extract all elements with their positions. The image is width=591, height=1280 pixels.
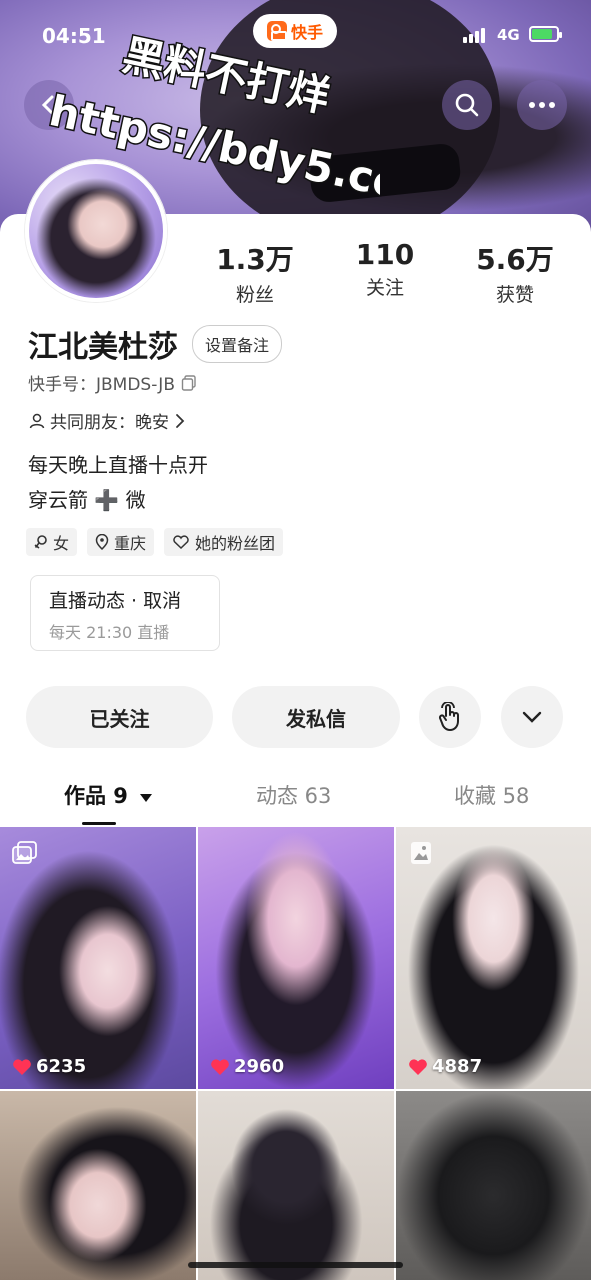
post-like-count: 2960: [234, 1056, 285, 1077]
bio-line-1: 每天晚上直播十点开: [28, 453, 208, 477]
person-icon: [29, 413, 45, 428]
status-time: 04:51: [42, 24, 106, 48]
back-button[interactable]: [24, 80, 74, 130]
stat-value: 1.3万: [216, 243, 294, 276]
post-thumbnail[interactable]: [198, 1091, 394, 1280]
kuaishou-id: 快手号：JBMDS-JB: [28, 375, 175, 395]
tag-gender: 女: [26, 528, 78, 556]
more-options-button[interactable]: [517, 80, 567, 130]
kuaishou-logo-icon: [266, 21, 287, 41]
live-notice-card[interactable]: 直播动态 · 取消 每天 21:30 直播: [30, 575, 220, 651]
mutual-friends-text: 共同朋友：晚安: [50, 413, 169, 433]
content-tabs: 作品 9 动态 63 收藏 58: [0, 780, 591, 826]
battery-icon: [529, 26, 562, 42]
profile-bio: 每天晚上直播十点开 穿云箭 ➕ 微: [28, 448, 208, 518]
tab-moments[interactable]: 动态 63: [256, 780, 331, 810]
stat-value: 5.6万: [476, 243, 554, 276]
post-likes: 2960: [210, 1056, 284, 1077]
post-thumbnail[interactable]: [396, 1091, 591, 1280]
network-type: 4G: [497, 26, 520, 44]
avatar[interactable]: [25, 160, 167, 302]
name-row: 江北美杜莎 设置备注: [28, 322, 283, 366]
poke-button[interactable]: [419, 686, 481, 748]
tag-fan-club[interactable]: 她的粉丝团: [164, 528, 284, 556]
stat-followers[interactable]: 1.3万 粉丝: [190, 238, 320, 307]
tag-label: 女: [53, 534, 70, 553]
search-icon: [455, 93, 479, 117]
stat-label: 关注: [365, 277, 404, 299]
tab-favorites[interactable]: 收藏 58: [454, 780, 529, 810]
search-button[interactable]: [442, 80, 492, 130]
caret-down-icon: [140, 794, 153, 802]
stat-label: 粉丝: [235, 284, 274, 306]
signal-icon: [463, 28, 485, 43]
stat-likes[interactable]: 5.6万 获赞: [450, 238, 580, 307]
tab-works[interactable]: 作品 9: [64, 780, 153, 810]
tag-label: 重庆: [114, 534, 147, 553]
active-tab-indicator: [82, 822, 116, 825]
set-remark-button[interactable]: 设置备注: [192, 325, 283, 363]
post-like-count: 6235: [36, 1056, 87, 1077]
profile-stats: 1.3万 粉丝 110 关注 5.6万 获赞: [190, 238, 580, 307]
live-notice-title[interactable]: 直播动态 · 取消: [49, 586, 201, 613]
post-likes: 6235: [12, 1056, 86, 1077]
chevron-down-icon: [522, 711, 542, 723]
posts-grid: 6235 2960 4887: [0, 827, 591, 1280]
send-message-button[interactable]: 发私信: [232, 686, 400, 748]
tap-hand-icon: [438, 702, 459, 731]
post-thumbnail[interactable]: 4887: [396, 827, 591, 1089]
copy-icon[interactable]: [181, 374, 197, 391]
tag-location: 重庆: [87, 528, 155, 556]
post-likes: 4887: [408, 1056, 482, 1077]
location-pin-icon: [95, 534, 109, 550]
bio-line-2: 穿云箭 ➕ 微: [28, 488, 146, 512]
image-icon: [411, 842, 431, 864]
heart-icon: [13, 1058, 31, 1075]
tab-label: 作品 9: [64, 784, 128, 808]
more-dots-icon: [529, 102, 555, 108]
profile-name: 江北美杜莎: [28, 330, 178, 365]
stat-following[interactable]: 110 关注: [320, 238, 450, 307]
profile-tags: 女 重庆 她的粉丝团: [26, 528, 284, 556]
tag-label: 她的粉丝团: [195, 534, 276, 553]
action-buttons: 已关注 发私信: [26, 686, 566, 748]
app-badge-label: 快手: [290, 23, 323, 42]
mutual-friends-row[interactable]: 共同朋友：晚安: [28, 408, 187, 433]
chevron-right-icon: [176, 413, 185, 428]
status-bar: 04:51 快手 4G: [0, 14, 591, 58]
post-thumbnail[interactable]: 2960: [198, 827, 394, 1089]
heart-outline-icon: [173, 535, 189, 549]
heart-icon: [409, 1058, 427, 1075]
expand-recommend-button[interactable]: [501, 686, 563, 748]
home-indicator: [188, 1262, 403, 1268]
post-like-count: 4887: [432, 1056, 483, 1077]
post-thumbnail[interactable]: 6235: [0, 827, 196, 1089]
post-thumbnail[interactable]: [0, 1091, 196, 1280]
chevron-left-icon: [41, 95, 54, 115]
kuaishou-app-badge[interactable]: 快手: [253, 14, 337, 48]
gallery-icon: [12, 841, 37, 864]
kuaishou-id-row: 快手号：JBMDS-JB: [28, 370, 197, 395]
female-icon: [34, 535, 47, 549]
heart-icon: [211, 1058, 229, 1075]
stat-label: 获赞: [495, 284, 534, 306]
stat-value: 110: [355, 238, 415, 271]
live-notice-schedule: 每天 21:30 直播: [49, 623, 170, 642]
following-button[interactable]: 已关注: [26, 686, 213, 748]
